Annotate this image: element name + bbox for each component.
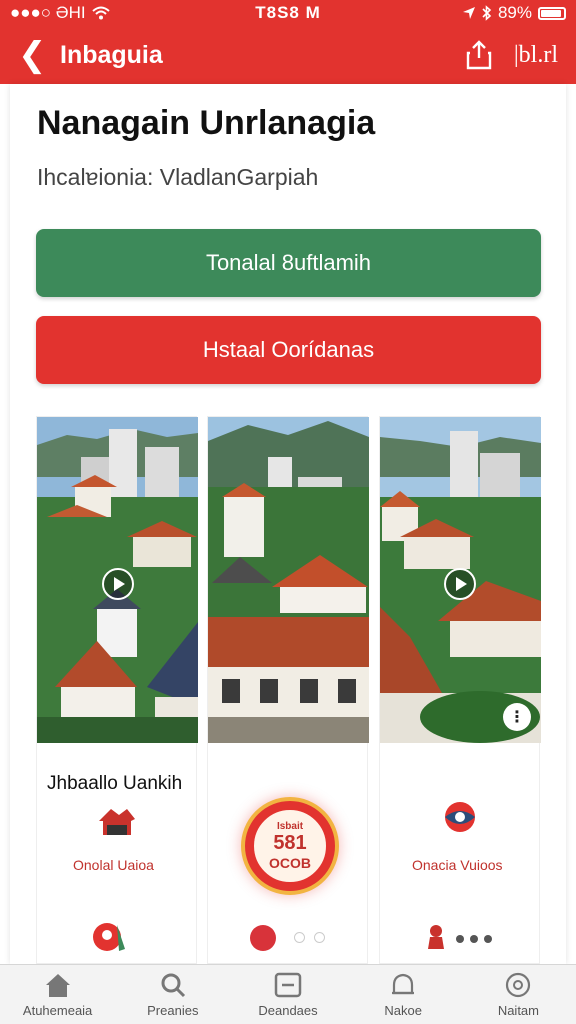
pawn-icon <box>428 925 444 949</box>
card-caption: Onacia Vuioos <box>412 857 503 873</box>
gallery-photo-3[interactable]: ⋮ <box>380 417 541 743</box>
tab-profile[interactable]: Naitam <box>461 965 576 1024</box>
content-card: Nanagain Unrlanagia Ihcalɐionia: Vladlan… <box>10 84 566 964</box>
back-icon[interactable]: ❮ <box>18 38 48 72</box>
carrier-label: ●●●○ ƏHI <box>10 3 86 22</box>
badge-icon: Isbait 581 OCOB <box>241 797 339 895</box>
tab-home[interactable]: Atuhemeaia <box>0 965 115 1024</box>
tab-notifications[interactable]: Nakoe <box>346 965 461 1024</box>
gallery-card-2[interactable]: Isbait 581 OCOB <box>207 416 369 964</box>
minus-square-icon <box>274 972 302 998</box>
tab-notifications-label: Nakoe <box>384 1003 422 1018</box>
pager-dot[interactable] <box>456 935 464 943</box>
page-subtitle: Ihcalɐionia: VladlanGarpiah <box>37 164 319 190</box>
house-logo-icon <box>99 809 135 835</box>
circle-logo-icon <box>445 802 475 832</box>
tab-profile-label: Naitam <box>497 1003 539 1018</box>
bluetooth-icon <box>482 5 492 21</box>
status-time: T8S8 M <box>255 3 321 22</box>
status-right: 89% <box>462 3 566 23</box>
gallery: Jhbaallo Uankih Onolal Uaioa Isbait 581 … <box>36 416 542 964</box>
gallery-photo-1[interactable] <box>37 417 198 743</box>
map-pin-icon <box>93 923 125 951</box>
play-icon[interactable] <box>102 568 134 600</box>
gallery-photo-2[interactable] <box>208 417 369 743</box>
secondary-button[interactable]: Hstaal Oorídanas <box>36 316 541 384</box>
battery-fill <box>541 9 561 17</box>
gallery-card-1[interactable]: Jhbaallo Uankih Onolal Uaioa <box>36 416 198 964</box>
status-left: ●●●○ ƏHI <box>10 3 110 23</box>
tab-home-label: Atuhemeaia <box>22 1003 93 1018</box>
pager-dot[interactable] <box>314 932 325 943</box>
play-icon[interactable] <box>444 568 476 600</box>
bell-icon <box>392 973 415 995</box>
nav-action-button[interactable]: |bl.rl <box>514 42 558 69</box>
pager-dot-active[interactable] <box>250 925 276 951</box>
share-icon[interactable] <box>464 38 494 72</box>
tab-search-label: Preanies <box>147 1003 199 1018</box>
primary-button[interactable]: Tonalal 8uftlamih <box>36 229 541 297</box>
tab-details[interactable]: Deandaes <box>230 965 345 1024</box>
status-bar: ●●●○ ƏHI T8S8 M 89% <box>0 0 576 26</box>
search-icon <box>161 973 185 998</box>
badge-line-1: Isbait <box>276 820 304 832</box>
location-icon <box>462 7 475 19</box>
gallery-card-3[interactable]: ⋮ Onacia Vuioos <box>379 416 541 964</box>
card-title: Jhbaallo Uankih <box>47 773 183 794</box>
badge-inner: Isbait 581 OCOB <box>252 808 328 884</box>
nav-bar: ❮ Inbaguia |bl.rl <box>0 26 576 84</box>
circle-icon <box>506 972 531 998</box>
nav-title: Inbaguia <box>60 40 163 69</box>
pager-dot[interactable] <box>294 932 305 943</box>
more-icon[interactable]: ⋮ <box>503 703 531 731</box>
home-icon <box>45 974 70 997</box>
battery-percent: 89% <box>497 3 532 22</box>
badge-line-3: OCOB <box>269 855 311 872</box>
wifi-icon <box>91 6 110 20</box>
badge-line-2: 581 <box>273 832 307 855</box>
page-title: Nanagain Unrlanagia <box>37 104 376 142</box>
pager-dot[interactable] <box>470 935 478 943</box>
battery-icon <box>538 6 566 20</box>
pager-dot[interactable] <box>484 935 492 943</box>
tab-details-label: Deandaes <box>258 1003 318 1018</box>
tab-bar: Atuhemeaia Preanies Deandaes Nakoe Naita… <box>0 964 576 1024</box>
tab-search[interactable]: Preanies <box>115 965 230 1024</box>
card-caption: Onolal Uaioa <box>73 857 154 873</box>
